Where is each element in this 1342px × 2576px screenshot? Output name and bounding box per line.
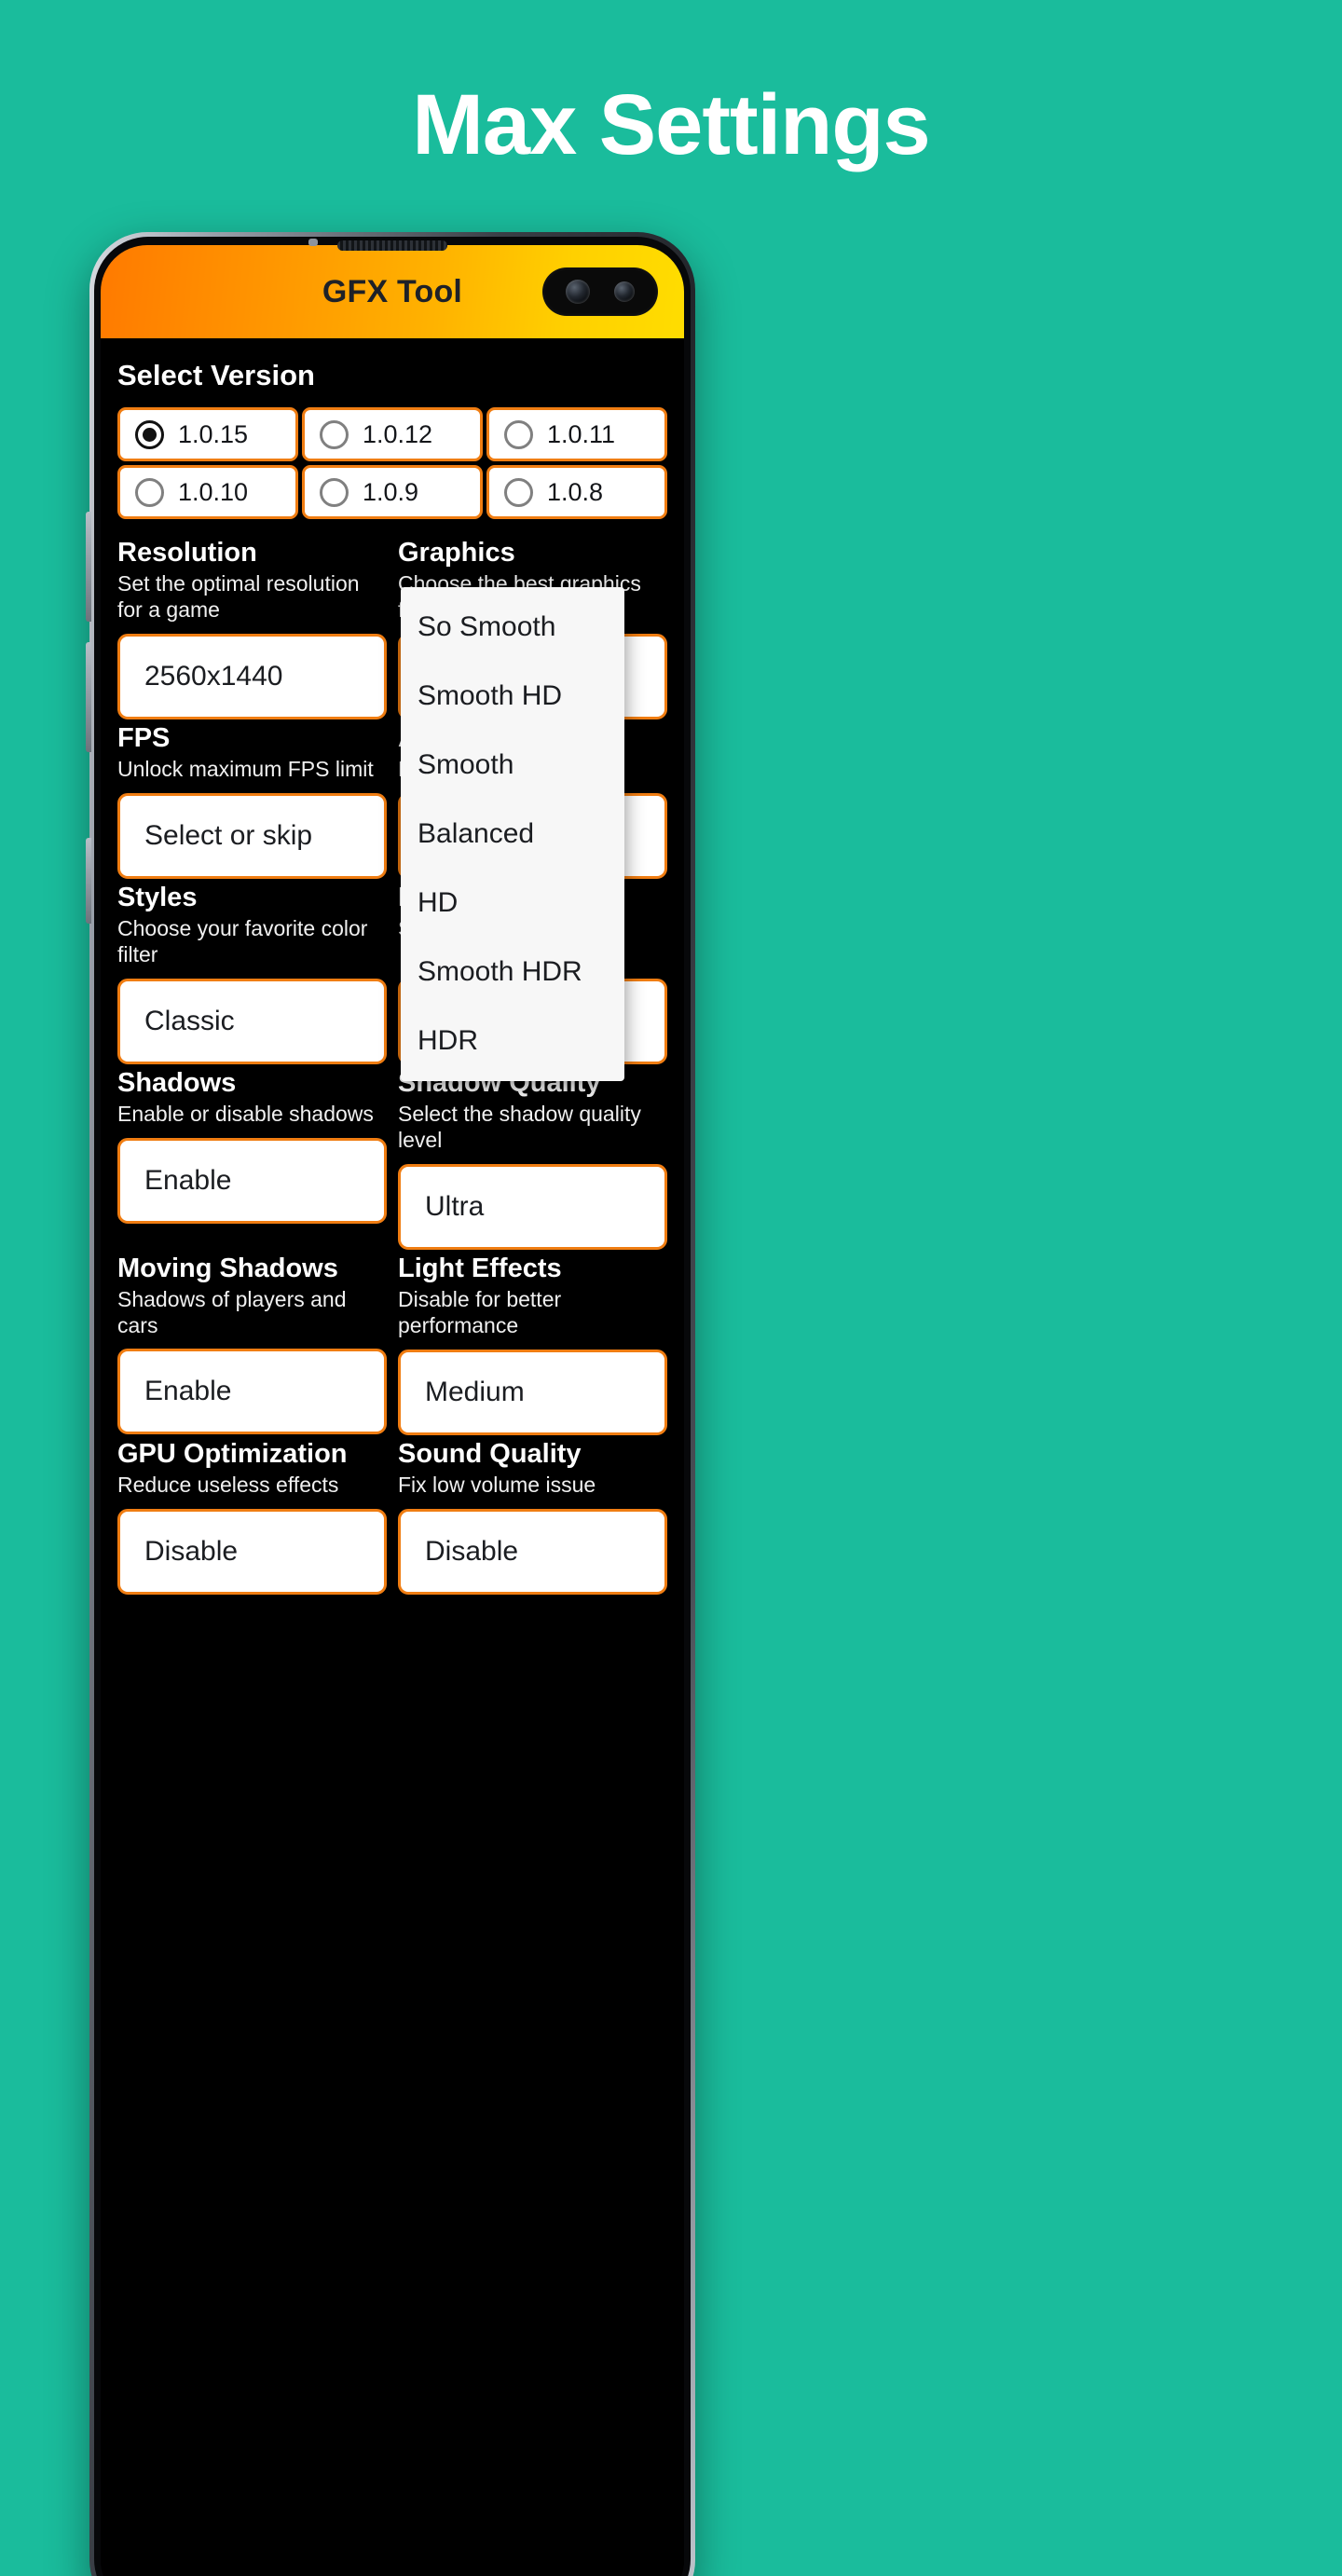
volume-up-button[interactable] (86, 512, 91, 622)
version-label: 1.0.8 (547, 477, 604, 506)
setting-title: FPS (117, 723, 171, 754)
dropdown-item-smooth-hdr[interactable]: Smooth HDR (401, 938, 624, 1007)
styles-select[interactable]: Classic (117, 979, 387, 1065)
setting-title: Sound Quality (398, 1439, 582, 1470)
setting-title: Shadows (117, 1068, 237, 1099)
setting-resolution: Resolution Set the optimal resolution fo… (117, 538, 387, 720)
app-header: GFX Tool (101, 245, 684, 338)
radio-icon[interactable] (320, 477, 349, 507)
dropdown-item-smooth-hd[interactable]: Smooth HD (401, 662, 624, 731)
version-label: 1.0.12 (363, 419, 433, 448)
version-option-2[interactable]: 1.0.12 (302, 407, 483, 461)
setting-gpu-optimization: GPU Optimization Reduce useless effects … (117, 1439, 387, 1596)
light-effects-select[interactable]: Medium (398, 1350, 667, 1436)
setting-description: Unlock maximum FPS limit (117, 757, 374, 782)
version-radio-group: 1.0.15 1.0.12 1.0.11 1.0.10 1.0.9 1.0.8 (117, 407, 667, 519)
volume-down-button[interactable] (86, 642, 91, 752)
radio-icon[interactable] (320, 419, 349, 449)
shadows-select[interactable]: Enable (117, 1138, 387, 1225)
setting-title: Resolution (117, 538, 257, 568)
select-value: Classic (144, 1006, 235, 1037)
shadow-quality-select[interactable]: Ultra (398, 1164, 667, 1251)
fps-select[interactable]: Select or skip (117, 793, 387, 880)
graphics-dropdown-menu[interactable]: So Smooth Smooth HD Smooth Balanced HD S… (401, 587, 624, 1081)
front-camera-cutout-icon (542, 267, 658, 316)
version-option-3[interactable]: 1.0.11 (486, 407, 667, 461)
setting-title: Moving Shadows (117, 1254, 338, 1284)
radio-icon[interactable] (504, 419, 533, 449)
setting-sound-quality: Sound Quality Fix low volume issue Disab… (398, 1439, 667, 1596)
version-label: 1.0.11 (547, 419, 616, 448)
phone-device-frame: GFX Tool Select Version 1.0.15 1.0.12 1.… (86, 232, 695, 2576)
setting-description: Select the shadow quality level (398, 1102, 641, 1152)
moving-shadows-select[interactable]: Enable (117, 1349, 387, 1435)
setting-description: Shadows of players and cars (117, 1287, 347, 1337)
setting-description: Set the optimal resolution for a game (117, 571, 360, 622)
setting-title: GPU Optimization (117, 1439, 348, 1470)
dropdown-item-smooth[interactable]: Smooth (401, 731, 624, 800)
dropdown-item-hd[interactable]: HD (401, 869, 624, 938)
version-label: 1.0.10 (178, 477, 249, 506)
setting-title: Styles (117, 883, 198, 913)
select-value: Ultra (425, 1191, 485, 1223)
setting-description: Fix low volume issue (398, 1473, 596, 1498)
settings-row: Shadows Enable or disable shadows Enable… (117, 1068, 667, 1251)
setting-shadow-quality: Shadow Quality Select the shadow quality… (398, 1068, 667, 1251)
setting-description: Choose your favorite color filter (117, 916, 368, 966)
setting-light-effects: Light Effects Disable for better perform… (398, 1254, 667, 1436)
version-label: 1.0.15 (178, 419, 249, 448)
settings-row: GPU Optimization Reduce useless effects … (117, 1439, 667, 1596)
setting-fps: FPS Unlock maximum FPS limit Select or s… (117, 723, 387, 880)
version-option-1[interactable]: 1.0.15 (117, 407, 298, 461)
select-value: Disable (425, 1536, 519, 1568)
dropdown-item-hdr[interactable]: HDR (401, 1007, 624, 1076)
side-key-button[interactable] (86, 838, 91, 924)
dropdown-item-balanced[interactable]: Balanced (401, 800, 624, 869)
select-value: Enable (144, 1376, 232, 1407)
version-option-4[interactable]: 1.0.10 (117, 465, 298, 519)
dropdown-item-so-smooth[interactable]: So Smooth (401, 593, 624, 662)
select-value: 2560x1440 (144, 661, 283, 692)
select-value: Disable (144, 1536, 239, 1568)
setting-moving-shadows: Moving Shadows Shadows of players and ca… (117, 1254, 387, 1435)
setting-shadows: Shadows Enable or disable shadows Enable (117, 1068, 387, 1250)
camera-lens-secondary-icon (614, 281, 635, 302)
radio-icon[interactable] (135, 419, 164, 449)
select-value: Enable (144, 1165, 232, 1197)
version-option-6[interactable]: 1.0.8 (486, 465, 667, 519)
select-value: Select or skip (144, 820, 313, 852)
version-option-5[interactable]: 1.0.9 (302, 465, 483, 519)
select-version-heading: Select Version (117, 359, 315, 391)
page-title: Max Settings (412, 77, 930, 172)
resolution-select[interactable]: 2560x1440 (117, 634, 387, 720)
setting-styles: Styles Choose your favorite color filter… (117, 883, 387, 1065)
earpiece-speaker-icon (337, 240, 447, 251)
sound-quality-select[interactable]: Disable (398, 1509, 667, 1596)
radio-icon[interactable] (135, 477, 164, 507)
setting-title: Light Effects (398, 1254, 562, 1284)
version-label: 1.0.9 (363, 477, 419, 506)
setting-description: Disable for better performance (398, 1287, 562, 1337)
camera-lens-icon (566, 280, 590, 304)
setting-title: Graphics (398, 538, 515, 568)
proximity-sensor-icon (308, 239, 318, 246)
setting-description: Reduce useless effects (117, 1473, 339, 1498)
phone-bezel: GFX Tool Select Version 1.0.15 1.0.12 1.… (94, 237, 691, 2576)
phone-screen: GFX Tool Select Version 1.0.15 1.0.12 1.… (101, 245, 684, 2576)
setting-description: Enable or disable shadows (117, 1102, 374, 1127)
app-title: GFX Tool (322, 273, 463, 309)
select-value: Medium (425, 1377, 525, 1408)
settings-row: Moving Shadows Shadows of players and ca… (117, 1254, 667, 1436)
gpu-optimization-select[interactable]: Disable (117, 1509, 387, 1596)
radio-icon[interactable] (504, 477, 533, 507)
